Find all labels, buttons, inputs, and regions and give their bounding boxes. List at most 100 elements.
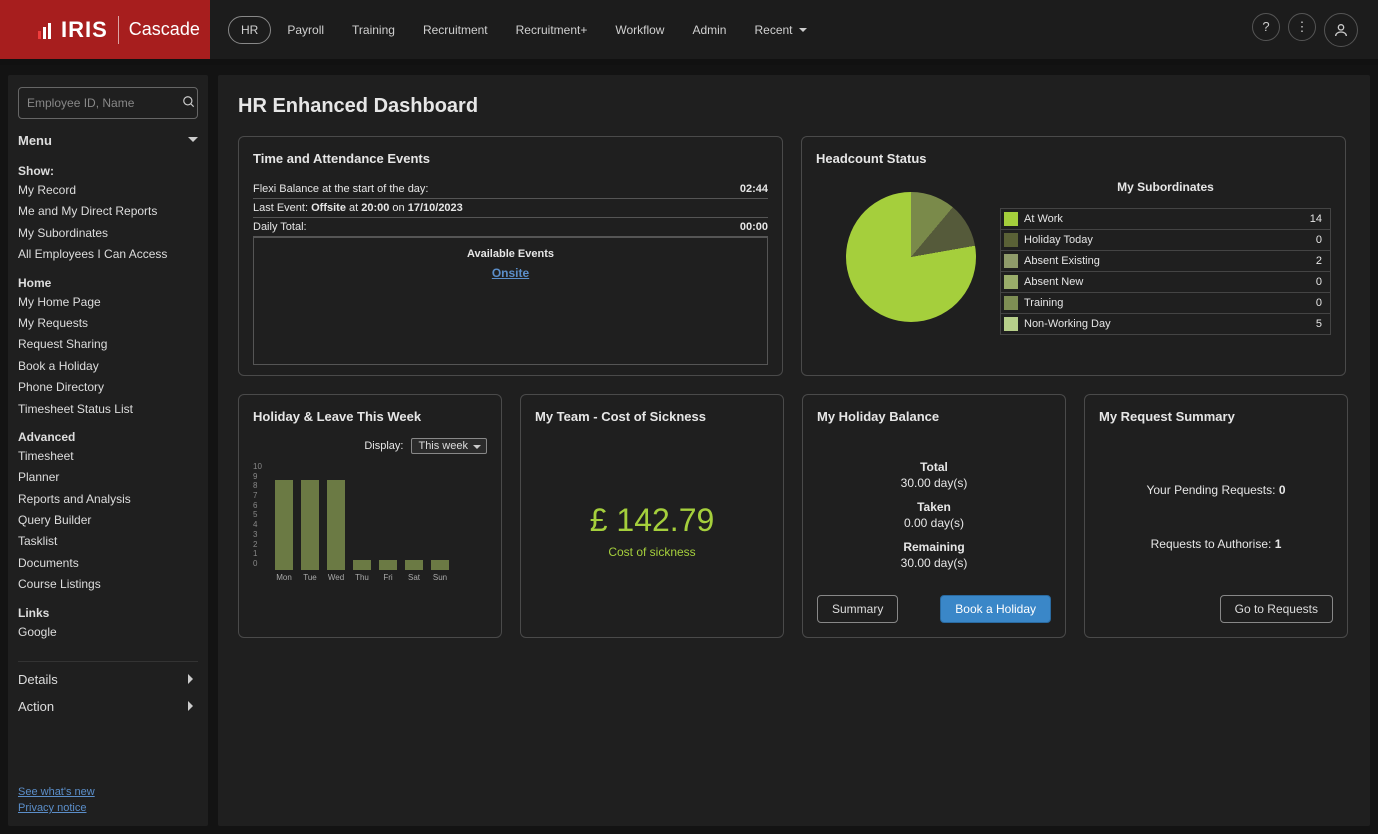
bar-label: Wed [328, 573, 344, 582]
hol-display-row: Display: This week [253, 438, 487, 454]
sidebar-action[interactable]: Action [18, 693, 198, 714]
sidebar-item-tasklist[interactable]: Tasklist [18, 531, 198, 552]
bar-col: Fri [377, 560, 399, 582]
summary-button[interactable]: Summary [817, 595, 898, 623]
sidebar-links-group: Links Google [18, 604, 198, 643]
legend-swatch-icon [1004, 317, 1018, 331]
user-icon [1333, 22, 1349, 38]
hol-display-select[interactable]: This week [411, 438, 487, 454]
req-buttons: Go to Requests [1099, 595, 1333, 623]
ta-daily-label: Daily Total: [253, 221, 307, 233]
req-title: My Request Summary [1099, 409, 1333, 424]
go-to-requests-button[interactable]: Go to Requests [1220, 595, 1333, 623]
legend-swatch-icon [1004, 296, 1018, 310]
nav-payroll[interactable]: Payroll [275, 17, 336, 43]
bar-col: Mon [273, 480, 295, 582]
sidebar-item-my-record[interactable]: My Record [18, 180, 198, 201]
help-button[interactable]: ? [1252, 13, 1280, 41]
logo: IRIS Cascade [0, 0, 210, 59]
ta-last-event-text: Last Event: Offsite at 20:00 on 17/10/20… [253, 202, 463, 214]
available-events-box: Available Events Onsite [253, 237, 768, 365]
sidebar-item-timesheet-status[interactable]: Timesheet Status List [18, 399, 198, 420]
sidebar-item-timesheet[interactable]: Timesheet [18, 446, 198, 467]
hol-display-label: Display: [364, 440, 403, 452]
headcount-pie-chart [846, 192, 976, 322]
ta-daily-row: Daily Total: 00:00 [253, 218, 768, 237]
legend-label: Absent Existing [1024, 255, 1100, 267]
sidebar-item-documents[interactable]: Documents [18, 553, 198, 574]
bar-label: Fri [383, 573, 392, 582]
logo-cascade: Cascade [129, 19, 200, 40]
sidebar-item-query-builder[interactable]: Query Builder [18, 510, 198, 531]
card-time-attendance: Time and Attendance Events Flexi Balance… [238, 136, 783, 376]
ta-flexi-value: 02:44 [740, 183, 768, 195]
ta-flexi-label: Flexi Balance at the start of the day: [253, 183, 428, 195]
bar-label: Sat [408, 573, 420, 582]
sidebar-item-subordinates[interactable]: My Subordinates [18, 223, 198, 244]
chevron-down-icon [188, 133, 198, 148]
home-header: Home [18, 276, 198, 290]
nav-recent[interactable]: Recent [742, 17, 818, 43]
sidebar-item-direct-reports[interactable]: Me and My Direct Reports [18, 201, 198, 222]
sidebar-item-phone-dir[interactable]: Phone Directory [18, 377, 198, 398]
nav-admin[interactable]: Admin [680, 17, 738, 43]
sick-title: My Team - Cost of Sickness [535, 409, 769, 424]
onsite-link[interactable]: Onsite [492, 266, 529, 280]
sidebar-item-course-listings[interactable]: Course Listings [18, 574, 198, 595]
legend-row[interactable]: Absent New0 [1000, 272, 1331, 293]
sidebar-item-homepage[interactable]: My Home Page [18, 292, 198, 313]
holiday-bar-chart: 109876543210 MonTueWedThuFriSatSun [253, 462, 487, 582]
search-input[interactable] [27, 96, 182, 110]
chart-y-axis: 109876543210 [253, 462, 262, 568]
whats-new-link[interactable]: See what's new [18, 786, 198, 798]
legend-row[interactable]: Training0 [1000, 293, 1331, 314]
top-right-controls: ? ⋮ [1252, 13, 1378, 47]
dashboard-row-1: Time and Attendance Events Flexi Balance… [238, 136, 1350, 376]
nav-recruitment[interactable]: Recruitment [411, 17, 500, 43]
search-box[interactable] [18, 87, 198, 119]
bar [301, 480, 319, 570]
sidebar-advanced-group: Advanced Timesheet Planner Reports and A… [18, 428, 198, 596]
sidebar-item-request-sharing[interactable]: Request Sharing [18, 334, 198, 355]
main-nav: HR Payroll Training Recruitment Recruitm… [210, 16, 1252, 44]
sidebar-details[interactable]: Details [18, 661, 198, 687]
nav-workflow[interactable]: Workflow [603, 17, 676, 43]
sidebar-item-requests[interactable]: My Requests [18, 313, 198, 334]
hc-body: My Subordinates At Work14Holiday Today0A… [816, 180, 1331, 335]
legend-swatch-icon [1004, 233, 1018, 247]
profile-button[interactable] [1324, 13, 1358, 47]
bar [275, 480, 293, 570]
menu-toggle[interactable]: Menu [18, 133, 198, 148]
legend-value: 14 [1310, 213, 1330, 225]
legend-row[interactable]: Absent Existing2 [1000, 251, 1331, 272]
more-button[interactable]: ⋮ [1288, 13, 1316, 41]
nav-training[interactable]: Training [340, 17, 407, 43]
available-events-head: Available Events [254, 248, 767, 260]
bar-col: Sat [403, 560, 425, 582]
advanced-header: Advanced [18, 430, 198, 444]
bar [405, 560, 423, 570]
bar-label: Sun [433, 573, 447, 582]
sick-amount: £ 142.79 [590, 502, 715, 539]
hc-legend: My Subordinates At Work14Holiday Today0A… [1000, 180, 1331, 335]
details-label: Details [18, 672, 58, 687]
bar-col: Wed [325, 480, 347, 582]
nav-recruitment-plus[interactable]: Recruitment+ [504, 17, 600, 43]
legend-value: 0 [1316, 234, 1330, 246]
legend-row[interactable]: Non-Working Day5 [1000, 314, 1331, 335]
nav-hr[interactable]: HR [228, 16, 271, 44]
legend-value: 0 [1316, 276, 1330, 288]
sidebar-item-google[interactable]: Google [18, 622, 198, 643]
sidebar-item-all-employees[interactable]: All Employees I Can Access [18, 244, 198, 265]
book-holiday-button[interactable]: Book a Holiday [940, 595, 1051, 623]
bar-col: Thu [351, 560, 373, 582]
hc-title: Headcount Status [816, 151, 1331, 166]
logo-iris: IRIS [61, 17, 108, 43]
sidebar-item-reports[interactable]: Reports and Analysis [18, 489, 198, 510]
privacy-link[interactable]: Privacy notice [18, 802, 198, 814]
legend-row[interactable]: At Work14 [1000, 208, 1331, 230]
legend-row[interactable]: Holiday Today0 [1000, 230, 1331, 251]
sidebar-item-book-holiday[interactable]: Book a Holiday [18, 356, 198, 377]
sidebar-item-planner[interactable]: Planner [18, 467, 198, 488]
legend-label: Non-Working Day [1024, 318, 1111, 330]
